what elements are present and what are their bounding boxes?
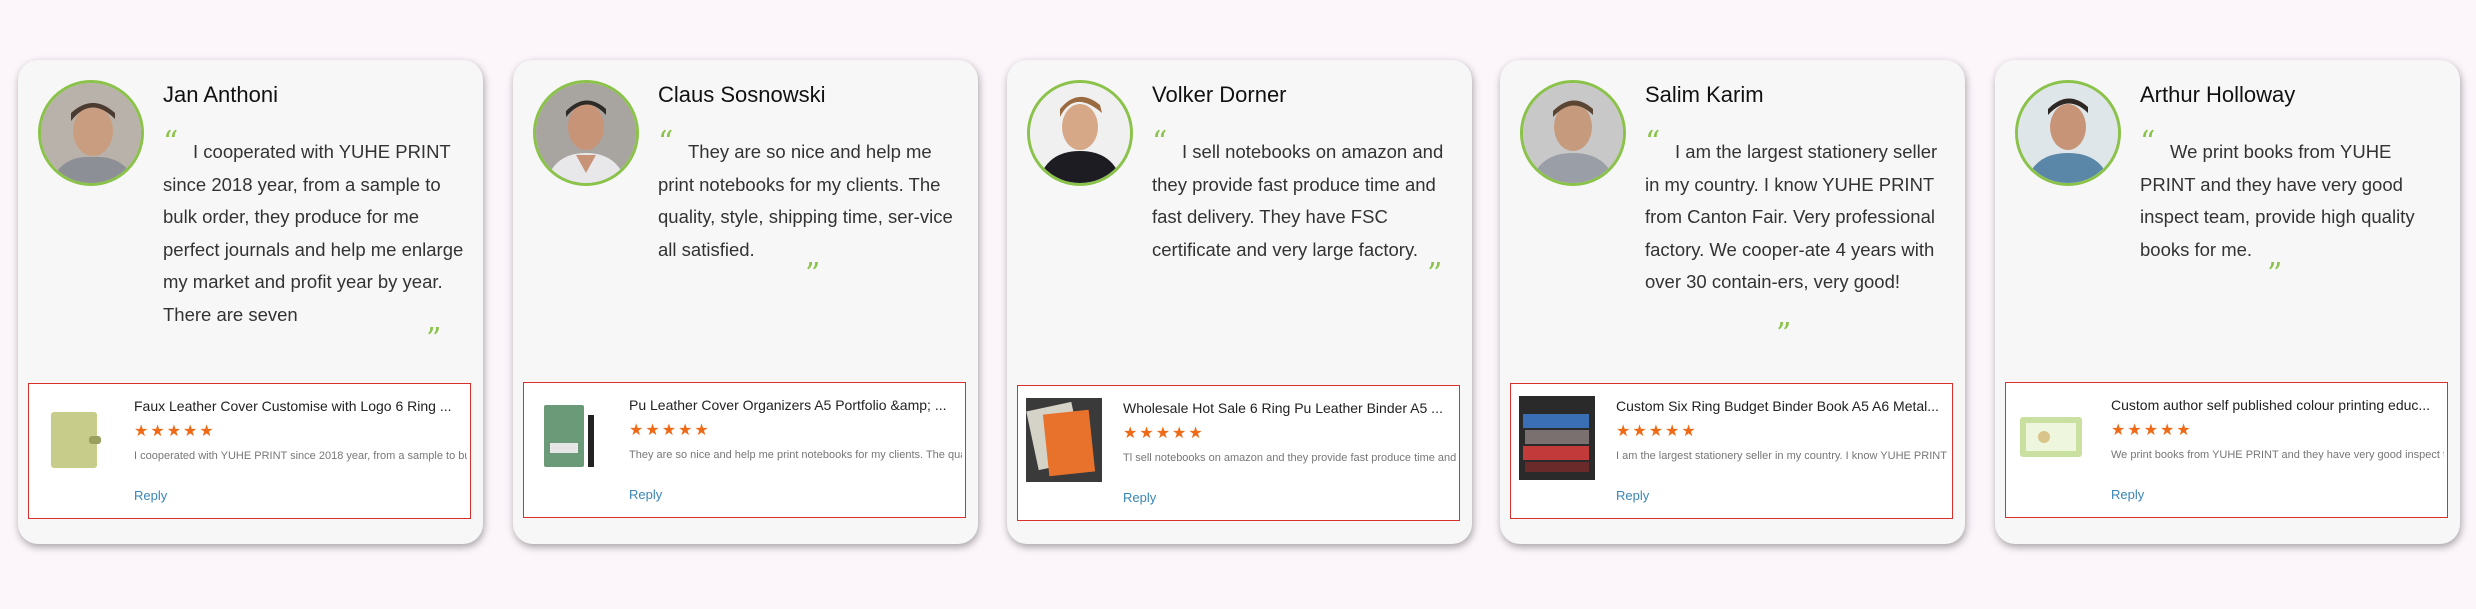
- quote-close-icon: ”: [1427, 257, 1443, 292]
- review-text: I am the largest stationery seller in my…: [1645, 141, 1938, 292]
- product-title[interactable]: Custom author self published colour prin…: [2111, 397, 2441, 413]
- product-thumbnail[interactable]: [37, 396, 113, 480]
- testimonial-card: Salim Karim “ I am the largest stationer…: [1500, 60, 1965, 544]
- avatar-portrait-icon: [1030, 83, 1130, 183]
- avatar: [533, 80, 639, 186]
- testimonials-row: Jan Anthoni “ I cooperated with YUHE PRI…: [0, 0, 2476, 609]
- product-title[interactable]: Wholesale Hot Sale 6 Ring Pu Leather Bin…: [1123, 400, 1453, 416]
- review-excerpt: Tl sell notebooks on amazon and they pro…: [1123, 452, 1456, 464]
- reply-link[interactable]: Reply: [2111, 487, 2144, 502]
- reviewer-name: Arthur Holloway: [2140, 82, 2296, 107]
- product-title[interactable]: Pu Leather Cover Organizers A5 Portfolio…: [629, 397, 959, 413]
- review-text: I cooperated with YUHE PRINT since 2018 …: [163, 141, 464, 325]
- avatar-portrait-icon: [2018, 83, 2118, 183]
- product-card[interactable]: Custom Six Ring Budget Binder Book A5 A6…: [1510, 383, 1953, 519]
- avatar-portrait-icon: [1523, 83, 1623, 183]
- reply-link[interactable]: Reply: [629, 487, 662, 502]
- avatar: [1520, 80, 1626, 186]
- reply-link[interactable]: Reply: [1123, 490, 1156, 505]
- product-thumbnail[interactable]: [2014, 395, 2090, 479]
- avatar: [1027, 80, 1133, 186]
- review-text: We print books from YUHE PRINT and they …: [2140, 141, 2415, 260]
- review-excerpt: I am the largest stationery seller in my…: [1616, 450, 1947, 462]
- product-thumbnail[interactable]: [1519, 396, 1595, 480]
- product-thumbnail[interactable]: [532, 395, 608, 479]
- testimonial-card: Arthur Holloway “ We print books from YU…: [1995, 60, 2460, 544]
- quote-close-icon: ”: [805, 257, 821, 292]
- product-thumbnail[interactable]: [1026, 398, 1102, 482]
- star-rating: ★★★★★: [2111, 420, 2193, 439]
- star-rating: ★★★★★: [134, 421, 216, 440]
- review-excerpt: They are so nice and help me print noteb…: [629, 449, 962, 461]
- product-title[interactable]: Faux Leather Cover Customise with Logo 6…: [134, 398, 464, 414]
- quote-close-icon: ”: [1776, 317, 1792, 352]
- product-card[interactable]: Faux Leather Cover Customise with Logo 6…: [28, 383, 471, 519]
- avatar: [38, 80, 144, 186]
- star-rating: ★★★★★: [1123, 423, 1205, 442]
- testimonial-card: Volker Dorner “ I sell notebooks on amaz…: [1007, 60, 1472, 544]
- quote-close-icon: ”: [2267, 257, 2283, 292]
- reply-link[interactable]: Reply: [1616, 488, 1649, 503]
- avatar-portrait-icon: [536, 83, 636, 183]
- reviewer-name: Salim Karim: [1645, 82, 1764, 107]
- reviewer-name: Volker Dorner: [1152, 82, 1287, 107]
- product-card[interactable]: Custom author self published colour prin…: [2005, 382, 2448, 518]
- review-excerpt: I cooperated with YUHE PRINT since 2018 …: [134, 450, 467, 462]
- review-text: I sell notebooks on amazon and they prov…: [1152, 141, 1444, 260]
- reviewer-name: Jan Anthoni: [163, 82, 278, 107]
- review-text: They are so nice and help me print noteb…: [658, 141, 953, 260]
- testimonial-card: Jan Anthoni “ I cooperated with YUHE PRI…: [18, 60, 483, 544]
- star-rating: ★★★★★: [629, 420, 711, 439]
- product-card[interactable]: Pu Leather Cover Organizers A5 Portfolio…: [523, 382, 966, 518]
- star-rating: ★★★★★: [1616, 421, 1698, 440]
- review-excerpt: We print books from YUHE PRINT and they …: [2111, 449, 2444, 461]
- product-title[interactable]: Custom Six Ring Budget Binder Book A5 A6…: [1616, 398, 1946, 414]
- reply-link[interactable]: Reply: [134, 488, 167, 503]
- reviewer-name: Claus Sosnowski: [658, 82, 826, 107]
- quote-close-icon: ”: [426, 322, 442, 357]
- testimonial-card: Claus Sosnowski “ They are so nice and h…: [513, 60, 978, 544]
- avatar-portrait-icon: [41, 83, 141, 183]
- product-card[interactable]: Wholesale Hot Sale 6 Ring Pu Leather Bin…: [1017, 385, 1460, 521]
- avatar: [2015, 80, 2121, 186]
